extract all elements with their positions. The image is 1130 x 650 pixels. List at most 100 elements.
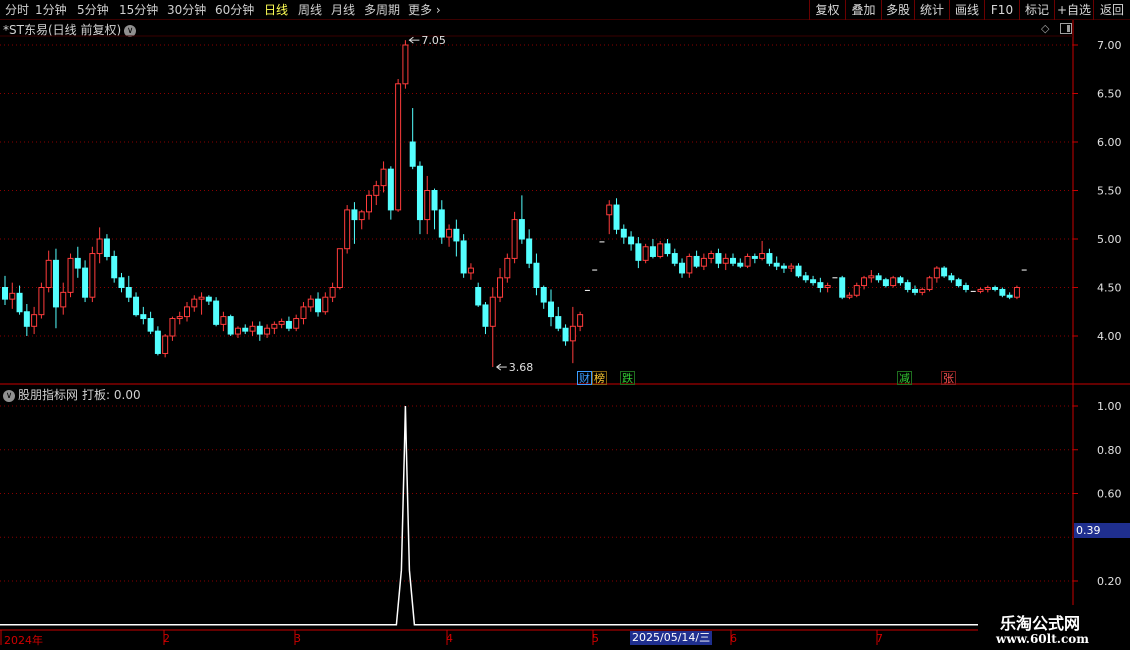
- candle-body: [52, 259, 59, 308]
- candle-body: [569, 325, 576, 342]
- candle-body: [693, 255, 700, 267]
- candle-body: [606, 204, 613, 216]
- candle: [577, 311, 584, 332]
- candle: [9, 282, 16, 309]
- event-marker-list[interactable]: 榜: [592, 371, 607, 385]
- candle-body: [679, 262, 686, 274]
- candle: [438, 200, 445, 244]
- chart-canvas[interactable]: 7.00 6.50 6.00 5.50 5.00 4.50 4.00 1.00 0.80 0.60…: [0, 0, 1130, 650]
- candle-body: [176, 316, 183, 320]
- candle-body: [249, 325, 256, 332]
- candle-body: [897, 277, 904, 284]
- candle: [482, 302, 489, 335]
- candle: [387, 166, 394, 220]
- candle-body: [955, 279, 962, 287]
- candle-body: [715, 253, 722, 264]
- candle: [336, 248, 343, 290]
- candle: [395, 78, 402, 212]
- candle: [606, 200, 613, 235]
- candle: [962, 282, 969, 293]
- candle-body: [213, 300, 220, 325]
- candle: [249, 321, 256, 336]
- candle-body: [242, 327, 249, 332]
- candle-body: [140, 314, 147, 320]
- candle-body: [409, 141, 416, 167]
- price-tick-label: 5.00: [1097, 233, 1122, 246]
- candle-body: [315, 298, 322, 313]
- candle: [715, 248, 722, 269]
- candle: [96, 227, 103, 264]
- candle: [220, 311, 227, 332]
- candle-body: [686, 255, 693, 274]
- event-marker-finance[interactable]: 财: [577, 371, 592, 385]
- candle-body: [2, 287, 8, 300]
- candle: [992, 285, 999, 292]
- candle-body: [154, 330, 161, 354]
- candle: [23, 303, 30, 336]
- event-marker-reduce[interactable]: 减: [897, 371, 912, 385]
- candle-body: [438, 209, 445, 238]
- candle: [795, 263, 802, 278]
- candle-body: [111, 255, 118, 279]
- candle-body: [962, 285, 969, 290]
- candle-body: [453, 228, 460, 242]
- candle: [271, 321, 278, 335]
- candle: [802, 271, 809, 283]
- candle-body: [74, 257, 81, 269]
- candle-body: [511, 219, 518, 259]
- candle: [380, 161, 387, 193]
- time-label-mar: 3: [294, 632, 301, 645]
- candle: [904, 279, 911, 293]
- candle-body: [358, 211, 365, 221]
- candle-body: [562, 327, 569, 342]
- candle: [300, 302, 307, 325]
- candle: [948, 272, 955, 283]
- price-tick-label: 4.00: [1097, 330, 1122, 343]
- candle: [315, 292, 322, 317]
- candle: [162, 334, 169, 358]
- candle-body: [184, 306, 190, 318]
- candle-body: [540, 287, 547, 303]
- candle-body: [613, 204, 620, 230]
- candle-body: [336, 248, 343, 288]
- low-price-label: 3.68: [509, 361, 534, 374]
- candle-body: [198, 296, 205, 300]
- event-marker-rise[interactable]: 张: [941, 371, 956, 385]
- candle: [817, 277, 824, 293]
- candle: [933, 266, 940, 283]
- candle: [31, 306, 38, 335]
- candle: [548, 289, 554, 327]
- candle-body: [373, 185, 380, 196]
- candle: [708, 250, 715, 264]
- candle: [700, 253, 707, 271]
- indicator-layer: [0, 405, 978, 626]
- candle: [45, 250, 52, 293]
- time-label-feb: 2: [163, 632, 170, 645]
- candle-body: [533, 262, 540, 288]
- candle-body: [759, 253, 766, 259]
- candle: [613, 198, 620, 235]
- candle: [125, 275, 132, 303]
- candle: [759, 240, 766, 261]
- indicator-tick-label: 0.20: [1097, 575, 1122, 588]
- candle-body: [722, 257, 729, 264]
- candle: [722, 253, 729, 271]
- watermark-url: www.60lt.com: [996, 632, 1089, 646]
- indicator-tick-label: 1.00: [1097, 400, 1122, 413]
- candle-body: [351, 209, 358, 221]
- price-tick-label: 5.50: [1097, 185, 1122, 198]
- candle-body: [96, 238, 103, 255]
- candle-body: [395, 83, 402, 211]
- price-tick-label: 4.50: [1097, 282, 1122, 295]
- event-marker-fall[interactable]: 跌: [620, 371, 635, 385]
- candle: [846, 292, 853, 300]
- candle-body: [118, 277, 125, 288]
- candle-body: [657, 243, 664, 257]
- candle: [351, 202, 358, 244]
- candle: [569, 306, 576, 364]
- candle-body: [227, 316, 234, 335]
- candle-body: [518, 219, 525, 240]
- candle: [2, 275, 8, 305]
- candle: [460, 234, 467, 278]
- candle-body: [1006, 294, 1013, 298]
